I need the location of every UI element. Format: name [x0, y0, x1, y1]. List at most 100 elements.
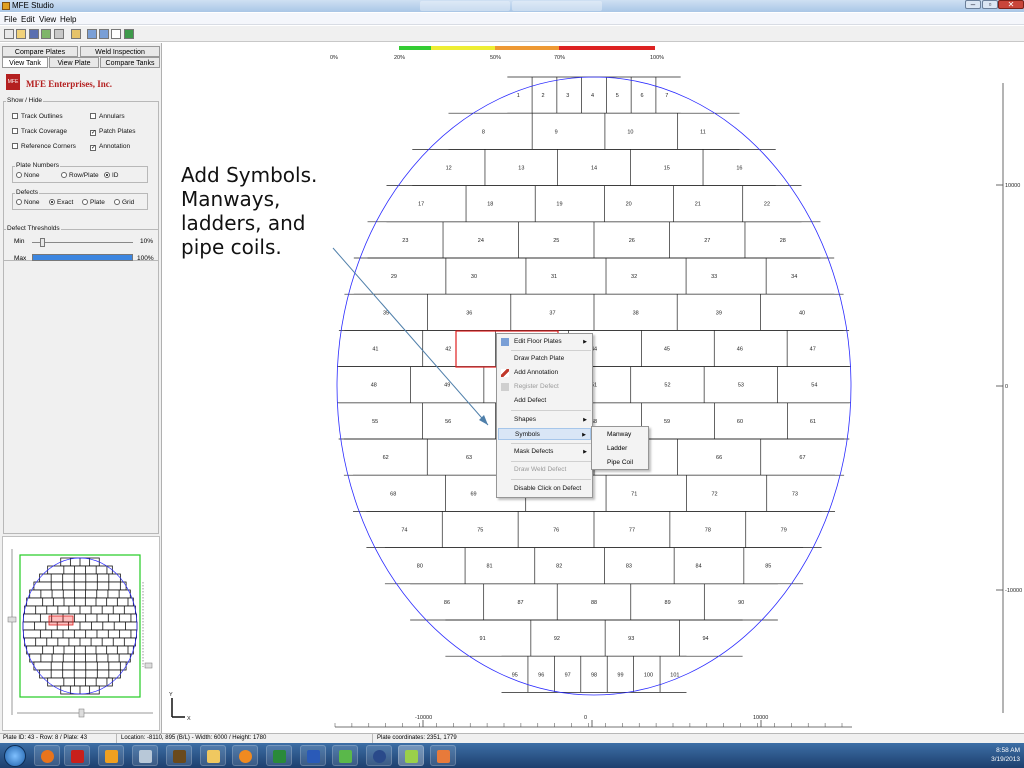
annulars-checkbox[interactable]: Annulars — [90, 113, 125, 120]
plate-label[interactable]: 89 — [665, 600, 671, 606]
plate-label[interactable]: 36 — [466, 310, 472, 316]
menu-help[interactable]: Help — [60, 15, 76, 24]
plate-label[interactable]: 3 — [566, 93, 569, 99]
explorer-task[interactable] — [200, 745, 226, 766]
plate-label[interactable]: 66 — [716, 455, 722, 461]
menu-item-add-defect[interactable]: Add Defect — [498, 395, 591, 407]
new-file-icon[interactable] — [4, 29, 14, 39]
ups-task[interactable] — [166, 745, 192, 766]
system-tray[interactable]: 8:58 AM 3/19/2013 — [991, 746, 1020, 764]
plate-label[interactable]: 97 — [565, 672, 571, 678]
plate-label[interactable]: 95 — [512, 672, 518, 678]
menu-item-ladder[interactable]: Ladder — [593, 442, 647, 455]
plate-label[interactable]: 42 — [445, 347, 451, 353]
plate-numbers-id-radio[interactable]: ID — [104, 172, 119, 179]
plate-label[interactable]: 22 — [764, 202, 770, 208]
firefox-task[interactable] — [34, 745, 60, 766]
plate-label[interactable]: 14 — [591, 166, 597, 172]
menu-item-draw-patch-plate[interactable]: Draw Patch Plate — [498, 353, 591, 365]
plate-label[interactable]: 90 — [738, 600, 744, 606]
menu-item-mask-defects[interactable]: Mask Defects ▶ — [498, 446, 591, 458]
plate-label[interactable]: 12 — [446, 166, 452, 172]
plate-label[interactable]: 88 — [591, 600, 597, 606]
outlook-task[interactable] — [98, 745, 124, 766]
menu-item-symbols[interactable]: Symbols ▶ — [498, 428, 591, 440]
print-icon[interactable] — [54, 29, 64, 39]
plate-label[interactable]: 53 — [738, 383, 744, 389]
plate-label[interactable]: 76 — [553, 528, 559, 534]
plate-label[interactable]: 93 — [628, 636, 634, 642]
plate-label[interactable]: 8 — [482, 129, 485, 135]
plate-label[interactable]: 60 — [737, 419, 743, 425]
max-threshold-bar[interactable] — [32, 254, 133, 261]
plate-label[interactable]: 81 — [486, 564, 492, 570]
plate-label[interactable]: 29 — [391, 274, 397, 280]
menu-item-add-annotation[interactable]: Add Annotation — [498, 367, 591, 379]
plate-label[interactable]: 16 — [736, 166, 742, 172]
tab-compare-tanks[interactable]: Compare Tanks — [100, 57, 160, 68]
track-coverage-checkbox[interactable]: Track Coverage — [12, 128, 67, 135]
plate-label[interactable]: 32 — [631, 274, 637, 280]
plate-label[interactable]: 38 — [633, 310, 639, 316]
plate-label[interactable]: 94 — [702, 636, 708, 642]
plate-label[interactable]: 33 — [711, 274, 717, 280]
background-tab[interactable] — [512, 1, 602, 11]
plate-label[interactable]: 18 — [487, 202, 493, 208]
camera-task[interactable] — [366, 745, 392, 766]
defects-grid-radio[interactable]: Grid — [114, 199, 134, 206]
start-button[interactable] — [4, 745, 26, 767]
plate-label[interactable]: 48 — [371, 383, 377, 389]
reference-corners-checkbox[interactable]: Reference Corners — [12, 143, 76, 150]
plate-label[interactable]: 98 — [591, 672, 597, 678]
plate-label[interactable]: 34 — [791, 274, 797, 280]
plate-label[interactable]: 37 — [549, 310, 555, 316]
plate-label[interactable]: 17 — [418, 202, 424, 208]
plate-label[interactable]: 63 — [466, 455, 472, 461]
save-icon[interactable] — [29, 29, 39, 39]
plate-label[interactable]: 67 — [799, 455, 805, 461]
plate-label[interactable]: 78 — [705, 528, 711, 534]
plate-label[interactable]: 80 — [417, 564, 423, 570]
tab-view-tank[interactable]: View Tank — [2, 57, 48, 68]
view-icon[interactable] — [87, 29, 97, 39]
background-tab[interactable] — [420, 1, 510, 11]
minimap-horizontal-thumb[interactable] — [78, 708, 85, 718]
plate-label[interactable]: 62 — [383, 455, 389, 461]
app-task[interactable] — [332, 745, 358, 766]
plate-label[interactable]: 1 — [517, 93, 520, 99]
plate-label[interactable]: 52 — [664, 383, 670, 389]
plate-label[interactable]: 100 — [644, 672, 653, 678]
plate-label[interactable]: 74 — [401, 528, 407, 534]
tab-compare-plates[interactable]: Compare Plates — [2, 46, 78, 57]
mfe-studio-task[interactable] — [398, 745, 424, 766]
min-threshold-slider[interactable] — [40, 238, 46, 247]
plate-label[interactable]: 79 — [781, 528, 787, 534]
plate-label[interactable]: 82 — [556, 564, 562, 570]
plate-label[interactable]: 49 — [444, 383, 450, 389]
open-folder-icon[interactable] — [16, 29, 26, 39]
close-button[interactable]: ✕ — [998, 0, 1024, 9]
plate-label[interactable]: 21 — [695, 202, 701, 208]
menu-edit[interactable]: Edit — [21, 15, 35, 24]
plate-numbers-row-plate-radio[interactable]: Row/Plate — [61, 172, 99, 179]
plate-label[interactable]: 20 — [626, 202, 632, 208]
plate-label[interactable]: 87 — [517, 600, 523, 606]
menu-item-manway[interactable]: Manway — [593, 428, 647, 441]
plate-label[interactable]: 96 — [538, 672, 544, 678]
plate-label[interactable]: 2 — [541, 93, 544, 99]
plate-label[interactable]: 59 — [664, 419, 670, 425]
plate-label[interactable]: 47 — [810, 347, 816, 353]
menu-item-shapes[interactable]: Shapes ▶ — [498, 414, 591, 426]
plate-label[interactable]: 55 — [372, 419, 378, 425]
plate-numbers-none-radio[interactable]: None — [16, 172, 40, 179]
menu-item-edit-floor-plates[interactable]: Edit Floor Plates ▶ — [498, 336, 591, 348]
plate-label[interactable]: 11 — [700, 129, 706, 135]
word-task[interactable] — [300, 745, 326, 766]
tank-minimap[interactable] — [2, 536, 160, 731]
plate-label[interactable]: 40 — [799, 310, 805, 316]
plate-label[interactable]: 23 — [402, 238, 408, 244]
plate-label[interactable]: 6 — [641, 93, 644, 99]
plate-label[interactable]: 92 — [554, 636, 560, 642]
plate-label[interactable]: 83 — [626, 564, 632, 570]
restore-button[interactable]: ▫ — [982, 0, 998, 9]
